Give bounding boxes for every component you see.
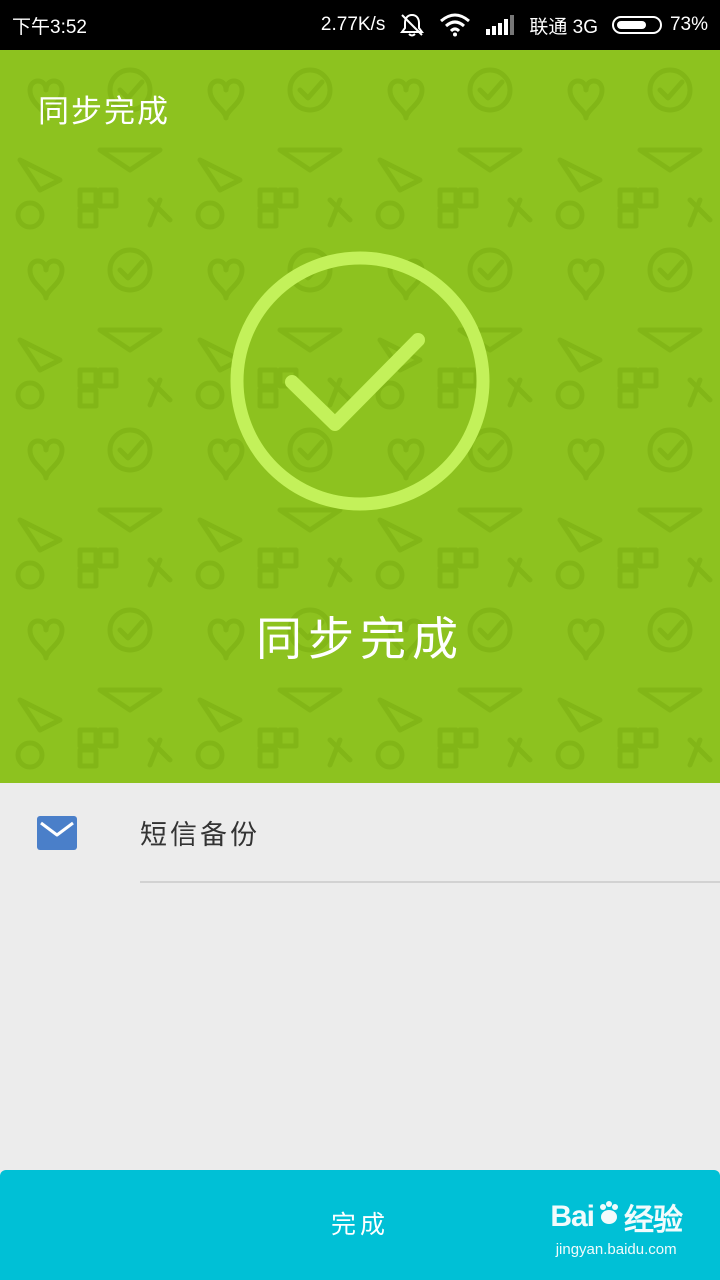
baidu-jingyan-watermark: Bai 经验 jingyan.baidu.com [550,1195,683,1258]
watermark-logo: Bai 经验 [550,1200,683,1237]
hero-banner: 同步完成 同步完成 [0,50,720,783]
sync-complete-message: 同步完成 [256,612,464,666]
list-item-sms-backup[interactable]: 短信备份 [0,783,720,883]
mail-icon [37,816,77,854]
carrier: 联通 3G [529,16,598,38]
battery-icon [611,16,662,34]
watermark-url: jingyan.baidu.com [555,1241,677,1258]
mute-bell-icon [399,12,425,38]
status-bar: 下午3:52 2.77K/s 联通 3G 73% [0,0,720,50]
list-item-label: 短信备份 [140,820,260,851]
check-circle-icon [229,250,491,512]
battery: 73% [611,14,708,36]
divider [140,881,720,883]
battery-percent: 73% [669,14,708,35]
battery-fill [616,21,646,29]
wifi-icon [439,13,471,37]
status-time: 下午3:52 [12,16,87,38]
status-indicators: 2.77K/s 联通 3G 73% [321,12,708,39]
page-title: 同步完成 [38,94,170,130]
net-speed: 2.77K/s [320,14,386,35]
paw-icon [596,1200,622,1234]
done-button-label: 完成 [330,1210,389,1239]
signal-icon [485,14,515,36]
